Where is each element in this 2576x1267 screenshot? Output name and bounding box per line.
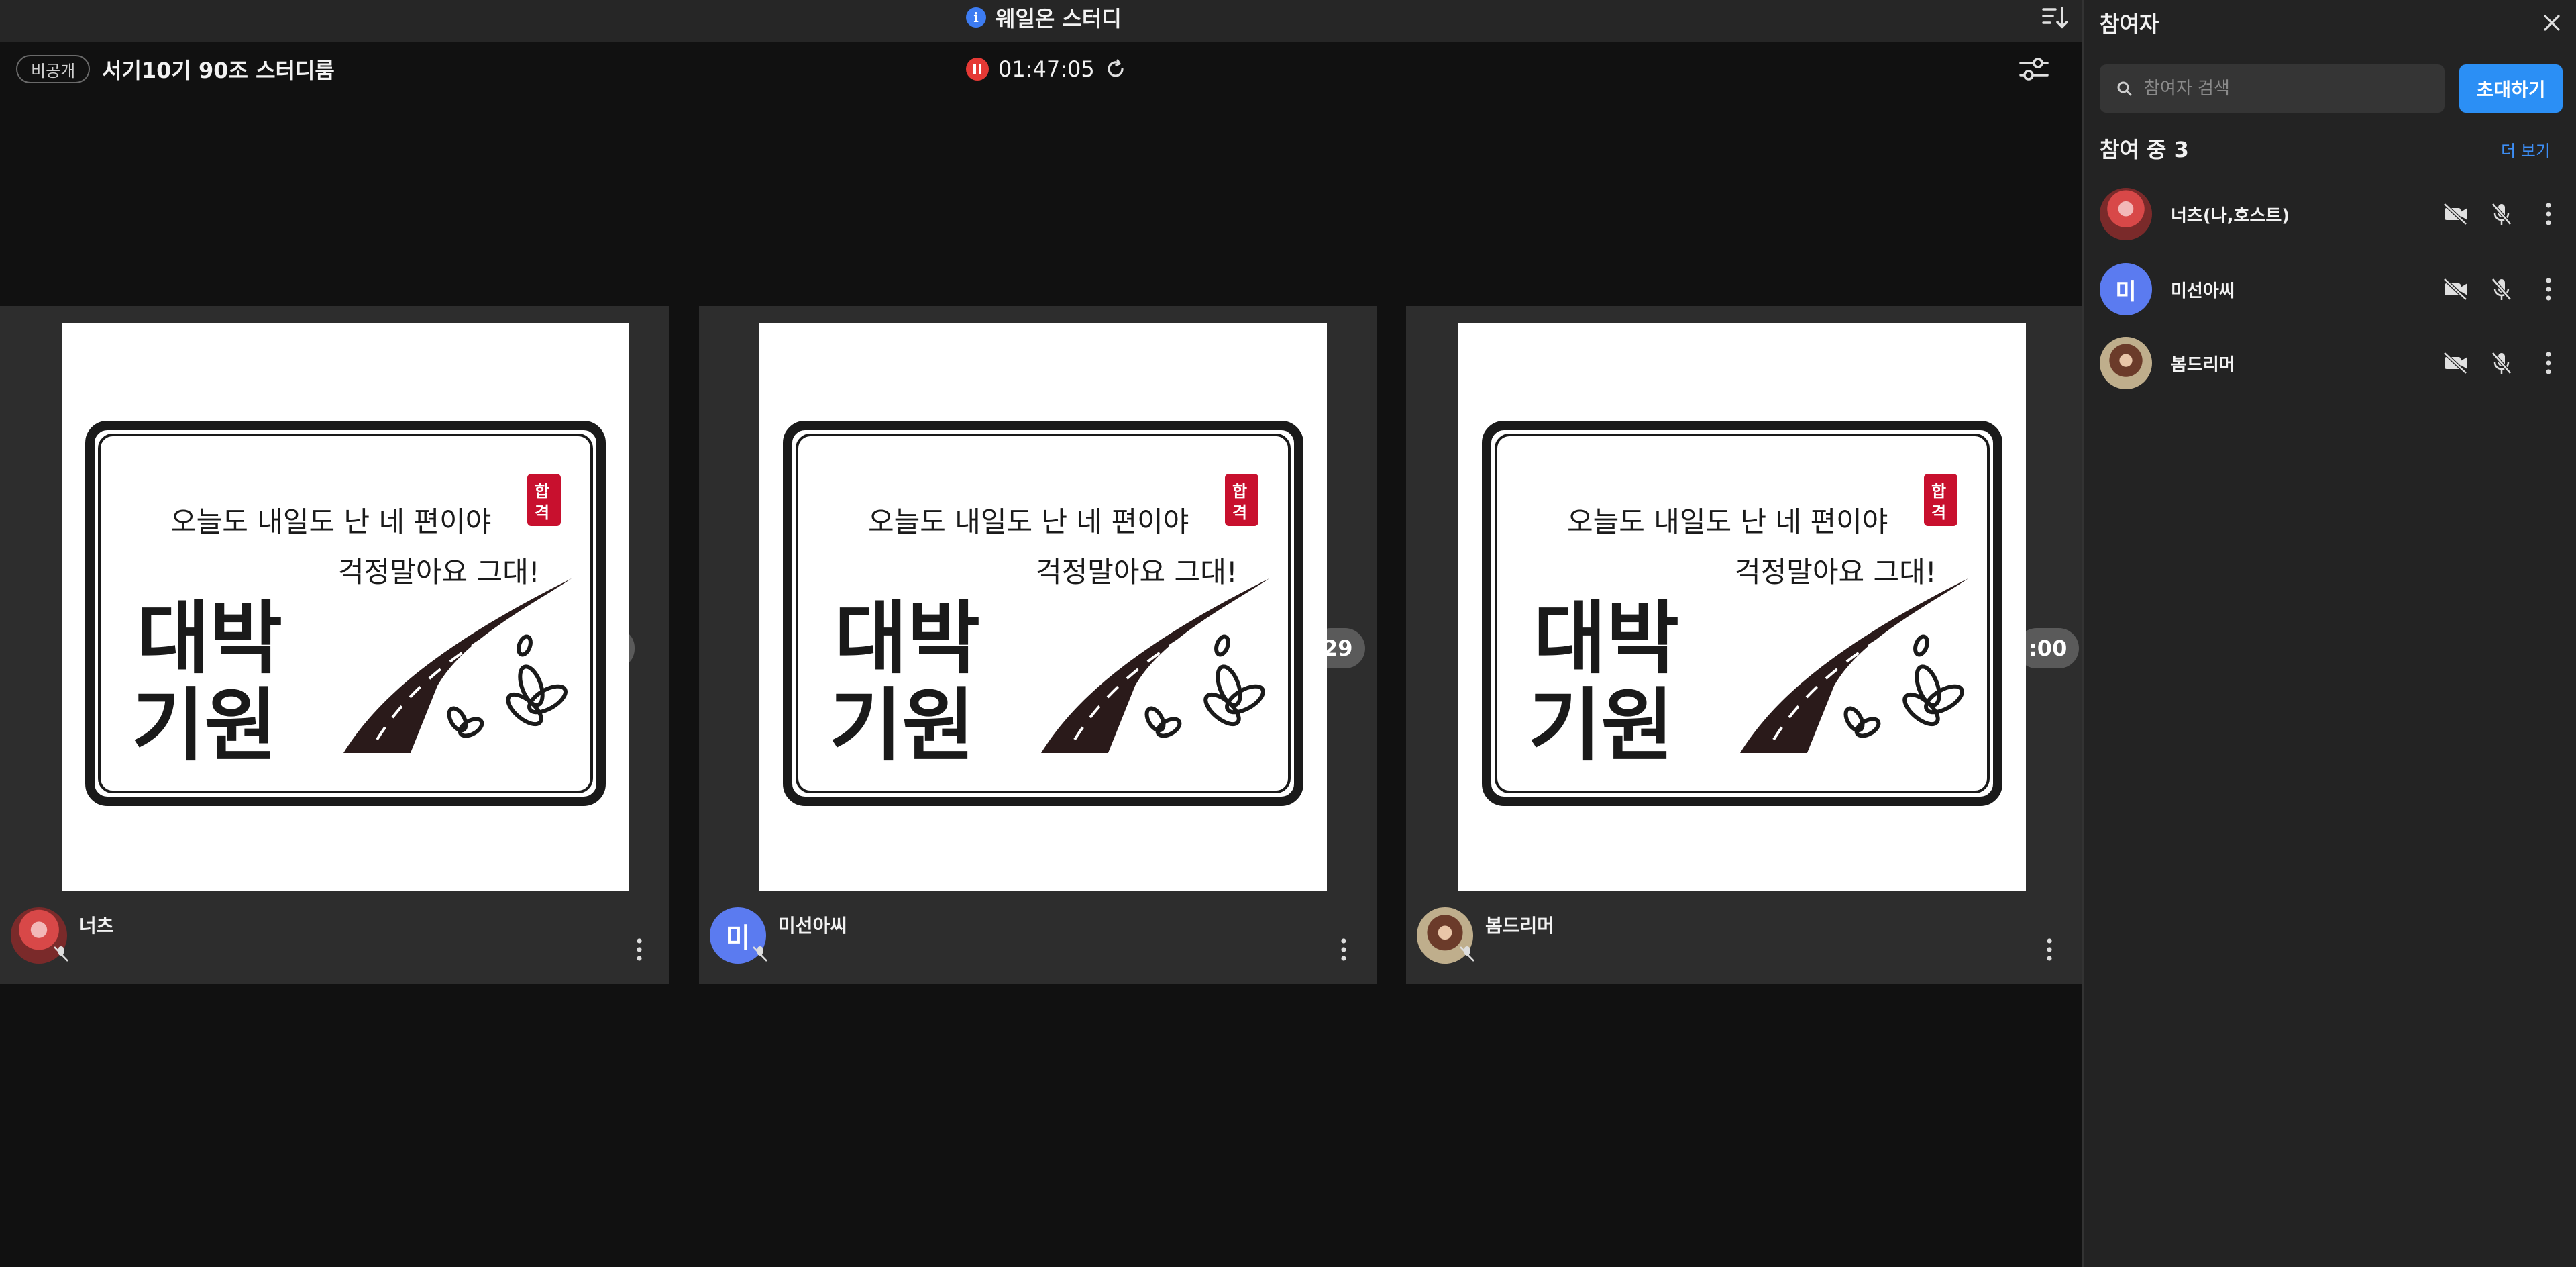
svg-text:대박: 대박: [1534, 592, 1679, 685]
mic-off-icon: [1460, 946, 1474, 962]
participant-count: 참여 중 3: [2100, 137, 2189, 162]
info-icon[interactable]: i: [966, 7, 986, 28]
search-icon: [2117, 81, 2132, 96]
private-badge: 비공개: [16, 55, 91, 83]
participant-name: 봄드리머: [2171, 354, 2235, 375]
mic-off-icon: [54, 946, 68, 962]
participant-row[interactable]: 너츠(나,호스트): [2100, 188, 2563, 244]
tile-participant-name: 미선아씨: [778, 915, 848, 937]
invite-button[interactable]: 초대하기: [2459, 64, 2563, 113]
more-vertical-icon[interactable]: [1334, 933, 1354, 966]
svg-text:오늘도 내일도 난 네 편이야: 오늘도 내일도 난 네 편이야: [170, 505, 491, 538]
svg-text:걱정말아요 그대!: 걱정말아요 그대!: [338, 556, 540, 589]
video-tile[interactable]: 29 오늘도 내일도 난 네 편이야 걱정말아요 그대! 대박 기원 합 격 미…: [699, 306, 1377, 984]
virtual-background-image: 오늘도 내일도 난 네 편이야 걱정말아요 그대! 대박 기원 합 격: [62, 323, 629, 891]
avatar: [2100, 337, 2152, 389]
camera-off-icon[interactable]: [2442, 200, 2470, 228]
svg-text:오늘도 내일도 난 네 편이야: 오늘도 내일도 난 네 편이야: [868, 505, 1189, 538]
svg-text:걱정말아요 그대!: 걱정말아요 그대!: [1735, 556, 1937, 589]
app-title-text: 웨일온 스터디: [996, 6, 1122, 32]
session-timer: 01:47:05: [966, 55, 1127, 83]
more-vertical-icon[interactable]: [2538, 197, 2559, 231]
svg-text:기원: 기원: [829, 679, 975, 772]
svg-text:기원: 기원: [131, 679, 277, 772]
refresh-icon[interactable]: [1104, 58, 1127, 81]
svg-text:대박: 대박: [835, 592, 980, 685]
mic-off-icon[interactable]: [2487, 349, 2516, 377]
svg-text:걱정말아요 그대!: 걱정말아요 그대!: [1036, 556, 1238, 589]
participant-search[interactable]: [2100, 64, 2445, 113]
more-vertical-icon[interactable]: [2538, 272, 2559, 306]
participant-row[interactable]: 봄드리머: [2100, 337, 2563, 393]
sort-icon[interactable]: [2039, 3, 2070, 34]
tile-participant-name: 너츠: [79, 915, 114, 937]
more-link[interactable]: 더 보기: [2501, 137, 2551, 161]
avatar: [2100, 188, 2152, 240]
svg-text:기원: 기원: [1528, 679, 1674, 772]
svg-text:대박: 대박: [137, 592, 282, 685]
virtual-background-image: 오늘도 내일도 난 네 편이야 걱정말아요 그대! 대박 기원 합 격: [1458, 323, 2026, 891]
more-vertical-icon[interactable]: [629, 933, 649, 966]
avatar: 미: [2100, 263, 2152, 315]
settings-sliders-icon[interactable]: [2017, 54, 2051, 85]
camera-off-icon[interactable]: [2442, 349, 2470, 377]
participant-name: 너츠(나,호스트): [2171, 205, 2290, 226]
more-vertical-icon[interactable]: [2039, 933, 2059, 966]
timer-text: 01:47:05: [998, 56, 1095, 82]
svg-text:오늘도 내일도 난 네 편이야: 오늘도 내일도 난 네 편이야: [1567, 505, 1888, 538]
mic-off-icon[interactable]: [2487, 200, 2516, 228]
video-tile[interactable]: 5 오늘도 내일도 난 네 편이야 걱정말아요 그대! 대박 기원 합 격 너츠: [0, 306, 669, 984]
svg-text:격: 격: [1232, 503, 1247, 522]
svg-text:격: 격: [1931, 503, 1946, 522]
panel-title: 참여자: [2100, 11, 2159, 37]
more-vertical-icon[interactable]: [2538, 346, 2559, 380]
svg-text:합: 합: [1232, 482, 1247, 501]
svg-text:격: 격: [535, 503, 549, 522]
app-title: i 웨일온 스터디: [966, 0, 1122, 35]
close-icon[interactable]: [2538, 9, 2565, 36]
virtual-background-image: 오늘도 내일도 난 네 편이야 걱정말아요 그대! 대박 기원 합 격: [759, 323, 1327, 891]
room-title: 서기10기 90조 스터디룸: [102, 58, 335, 83]
participant-row[interactable]: 미 미선아씨: [2100, 263, 2563, 319]
svg-text:합: 합: [1931, 482, 1946, 501]
mic-off-icon[interactable]: [2487, 275, 2516, 303]
tile-participant-name: 봄드리머: [1485, 915, 1555, 937]
svg-text:합: 합: [535, 482, 549, 501]
camera-off-icon[interactable]: [2442, 275, 2470, 303]
mic-off-icon: [753, 946, 767, 962]
search-input[interactable]: [2143, 78, 2427, 99]
video-tile[interactable]: :00 오늘도 내일도 난 네 편이야 걱정말아요 그대! 대박 기원 합 격 …: [1406, 306, 2082, 984]
recording-pause-icon[interactable]: [966, 58, 989, 81]
participant-name: 미선아씨: [2171, 281, 2235, 301]
